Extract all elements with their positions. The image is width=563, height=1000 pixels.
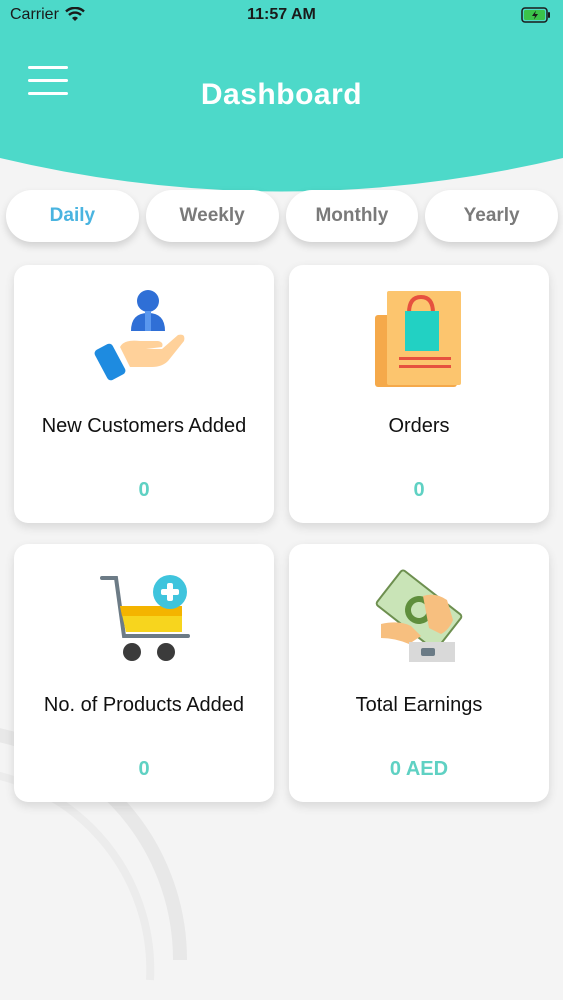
cart-add-icon [100,575,190,661]
card-value: 0 [138,479,150,501]
tab-weekly[interactable]: Weekly [145,190,279,242]
card-value: 0 [413,479,425,501]
tab-daily[interactable]: Daily [6,190,139,242]
card-label: Total Earnings [355,694,483,716]
tab-yearly[interactable]: Yearly [425,190,558,242]
battery-icon [521,7,550,23]
card-value: 0 [138,758,150,780]
status-time: 11:57 AM [247,6,316,23]
card-products-added[interactable]: No. of Products Added 0 [14,544,274,802]
card-value: 0 AED [389,758,449,780]
money-hand-icon [375,569,463,662]
card-total-earnings[interactable]: Total Earnings 0 AED [289,544,549,802]
status-bar: Carrier 11:57 AM [0,0,563,30]
page-title: Dashboard [200,78,363,111]
card-orders[interactable]: Orders 0 [289,265,549,523]
card-label: Orders [388,415,450,437]
card-label: No. of Products Added [43,694,245,716]
card-label: New Customers Added [41,415,247,437]
card-new-customers[interactable]: New Customers Added 0 [14,265,274,523]
period-tabs: Daily Weekly Monthly Yearly [6,190,558,242]
shopping-bag-receipt-icon [375,291,461,387]
customer-hand-icon [94,290,185,381]
tab-monthly[interactable]: Monthly [285,190,419,242]
